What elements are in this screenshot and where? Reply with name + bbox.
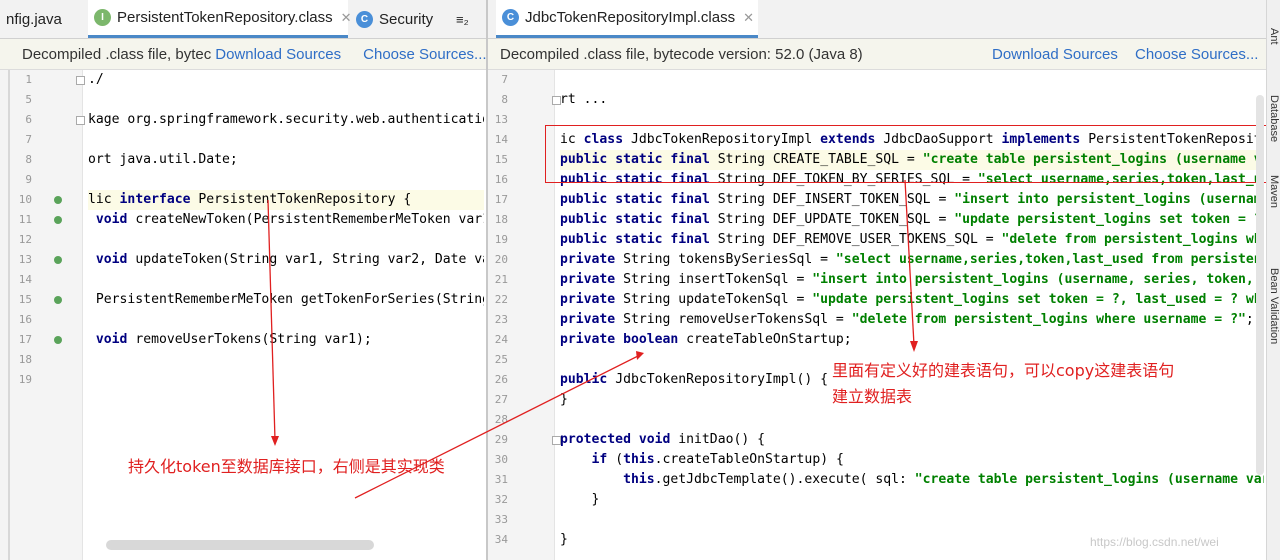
right-arrow-line [904,179,915,346]
tool-window-database[interactable]: Database [1268,95,1280,142]
left-annotation: 持久化token至数据库接口，右侧是其实现类 [128,457,445,476]
tool-window-bean-validation[interactable]: Bean Validation [1268,268,1280,344]
right-annotation-line2: 建立数据表 [832,387,913,406]
tool-window-ant[interactable]: Ant [1268,28,1280,45]
watermark: https://blog.csdn.net/wei [1090,535,1219,549]
tool-window-maven[interactable]: Maven [1268,175,1280,208]
right-arrow-head [910,341,918,352]
cross-arrow-head [636,351,644,360]
right-vertical-scrollbar[interactable] [1256,95,1264,475]
left-arrow-line [267,199,276,441]
right-annotation-line1: 里面有定义好的建表语句，可以copy这建表语句 [832,361,1175,380]
right-tool-window-bar: Ant Database Maven Bean Validation [1266,0,1280,560]
left-arrow-head [271,436,279,446]
left-horizontal-scrollbar[interactable] [106,540,374,550]
